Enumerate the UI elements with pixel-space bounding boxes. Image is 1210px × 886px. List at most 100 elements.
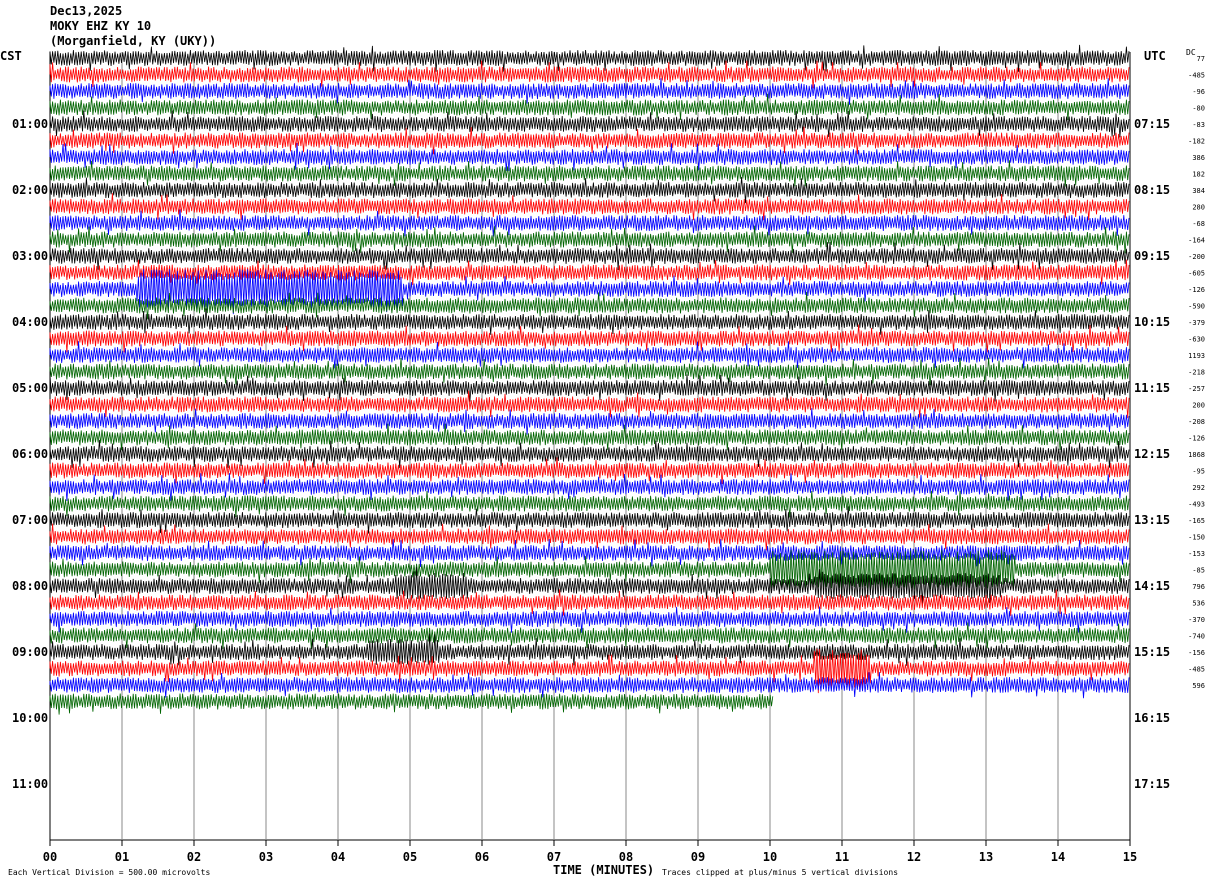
dc-offset-label: -96 [1192,88,1205,96]
dc-offset-label: -182 [1188,138,1205,146]
utc-hour-label: 12:15 [1134,447,1170,461]
seismic-trace-line [49,473,1130,502]
dc-offset-label: -200 [1188,253,1205,261]
dc-offset-label: -95 [1192,468,1205,476]
seismic-trace-line [49,506,1130,534]
dc-offset-label: -485 [1188,72,1205,80]
cst-hour-label: 06:00 [12,447,48,461]
dc-offset-label: -370 [1188,616,1205,624]
dc-offset-label: -126 [1188,286,1205,294]
seismic-trace-line [49,176,1130,204]
dc-offset-label: -485 [1188,666,1205,674]
x-tick-label: 13 [979,850,993,864]
cst-hour-label: 02:00 [12,183,48,197]
dc-offset-label: 384 [1192,187,1205,195]
utc-hour-label: 09:15 [1134,249,1170,263]
dc-offset-label: 292 [1192,484,1205,492]
x-tick-label: 09 [691,850,705,864]
dc-offset-label: 77 [1197,55,1205,63]
dc-offset-label: -164 [1188,237,1205,245]
helicorder-plot: 00 01 02 03 04 05 06 07 08 09 10 11 12 13 14 15 01:00 02:… [12,44,1205,864]
seismic-trace-line [49,93,1130,121]
dc-offset-label: 536 [1192,600,1205,608]
utc-hour-label: 13:15 [1134,513,1170,527]
dc-offset-label: -740 [1188,633,1205,641]
x-tick-label: 06 [475,850,489,864]
x-tick-label: 14 [1051,850,1065,864]
seismic-trace-line [49,439,1130,468]
x-tick-label: 03 [259,850,273,864]
cst-hour-label: 07:00 [12,513,48,527]
x-tick-label: 10 [763,850,777,864]
cst-hour-label: 09:00 [12,645,48,659]
seismic-trace-line [49,242,1130,271]
utc-hour-label: 07:15 [1134,117,1170,131]
utc-hour-label: 10:15 [1134,315,1170,329]
utc-hour-label: 16:15 [1134,711,1170,725]
dc-offset-label: -153 [1188,550,1205,558]
dc-offset-label: -85 [1192,567,1205,575]
dc-offset-label: 596 [1192,682,1205,690]
x-tick-label: 08 [619,850,633,864]
utc-hour-label: 15:15 [1134,645,1170,659]
dc-offset-label: -493 [1188,501,1205,509]
seismic-trace-line [49,622,1130,650]
cst-hour-label: 10:00 [12,711,48,725]
x-tick-label: 01 [115,850,129,864]
seismic-trace-line [49,209,1130,237]
cst-axis-label: CST [0,49,22,63]
dc-offset-label: -83 [1192,121,1205,129]
dc-offset-label: -630 [1188,336,1205,344]
x-tick-label: 15 [1123,850,1137,864]
x-tick-label: 05 [403,850,417,864]
x-tick-label: 11 [835,850,849,864]
utc-hour-label: 17:15 [1134,777,1170,791]
seismic-trace-line [49,589,1130,616]
dc-offset-label: -605 [1188,270,1205,278]
utc-hour-label: 14:15 [1134,579,1170,593]
dc-offset-label: -68 [1192,220,1205,228]
seismic-trace-line [49,457,1130,485]
seismic-trace-line [49,160,1130,187]
utc-axis-label: UTC [1144,49,1166,63]
seismic-trace-line [49,390,1130,419]
cst-hour-label: 05:00 [12,381,48,395]
utc-hour-label: 08:15 [1134,183,1170,197]
seismic-trace-line [49,110,1130,138]
seismic-trace-line [49,490,1130,518]
dc-offset-label: 386 [1192,154,1205,162]
dc-offset-label: -150 [1188,534,1205,542]
dc-offset-label: 796 [1192,583,1205,591]
dc-offset-label: 1868 [1188,451,1205,459]
x-tick-label: 04 [331,850,345,864]
x-tick-label: 12 [907,850,921,864]
dc-offset-label: 182 [1192,171,1205,179]
dc-offset-label: -156 [1188,649,1205,657]
dc-offset-label: 1193 [1188,352,1205,360]
dc-offset-label: -80 [1192,105,1205,113]
dc-offset-label: -165 [1188,517,1205,525]
cst-hour-label: 11:00 [12,777,48,791]
x-tick-label: 00 [43,850,57,864]
seismic-trace-line [49,126,1130,155]
seismic-trace-line [49,44,1130,72]
cst-hour-label: 04:00 [12,315,48,329]
seismic-trace-line [49,693,774,715]
seismic-trace-line [49,193,1130,221]
dc-offset-label: -379 [1188,319,1205,327]
cst-hour-label: 08:00 [12,579,48,593]
dc-offset-label: -590 [1188,303,1205,311]
utc-hour-label: 11:15 [1134,381,1170,395]
clip-note: Traces clipped at plus/minus 5 vertical … [662,868,899,877]
x-axis-title: TIME (MINUTES) [553,863,655,877]
seismic-trace-line [49,78,1130,105]
seismic-trace-line [49,60,1130,89]
dc-offset-label: 200 [1192,402,1205,410]
cst-hour-label: 03:00 [12,249,48,263]
x-tick-label: 07 [547,850,561,864]
dc-offset-label: -208 [1188,418,1205,426]
seismic-trace-line [49,291,1130,320]
dc-offset-label: -126 [1188,435,1205,443]
dc-offset-label: 280 [1192,204,1205,212]
dc-header-label: DC [1186,48,1196,57]
